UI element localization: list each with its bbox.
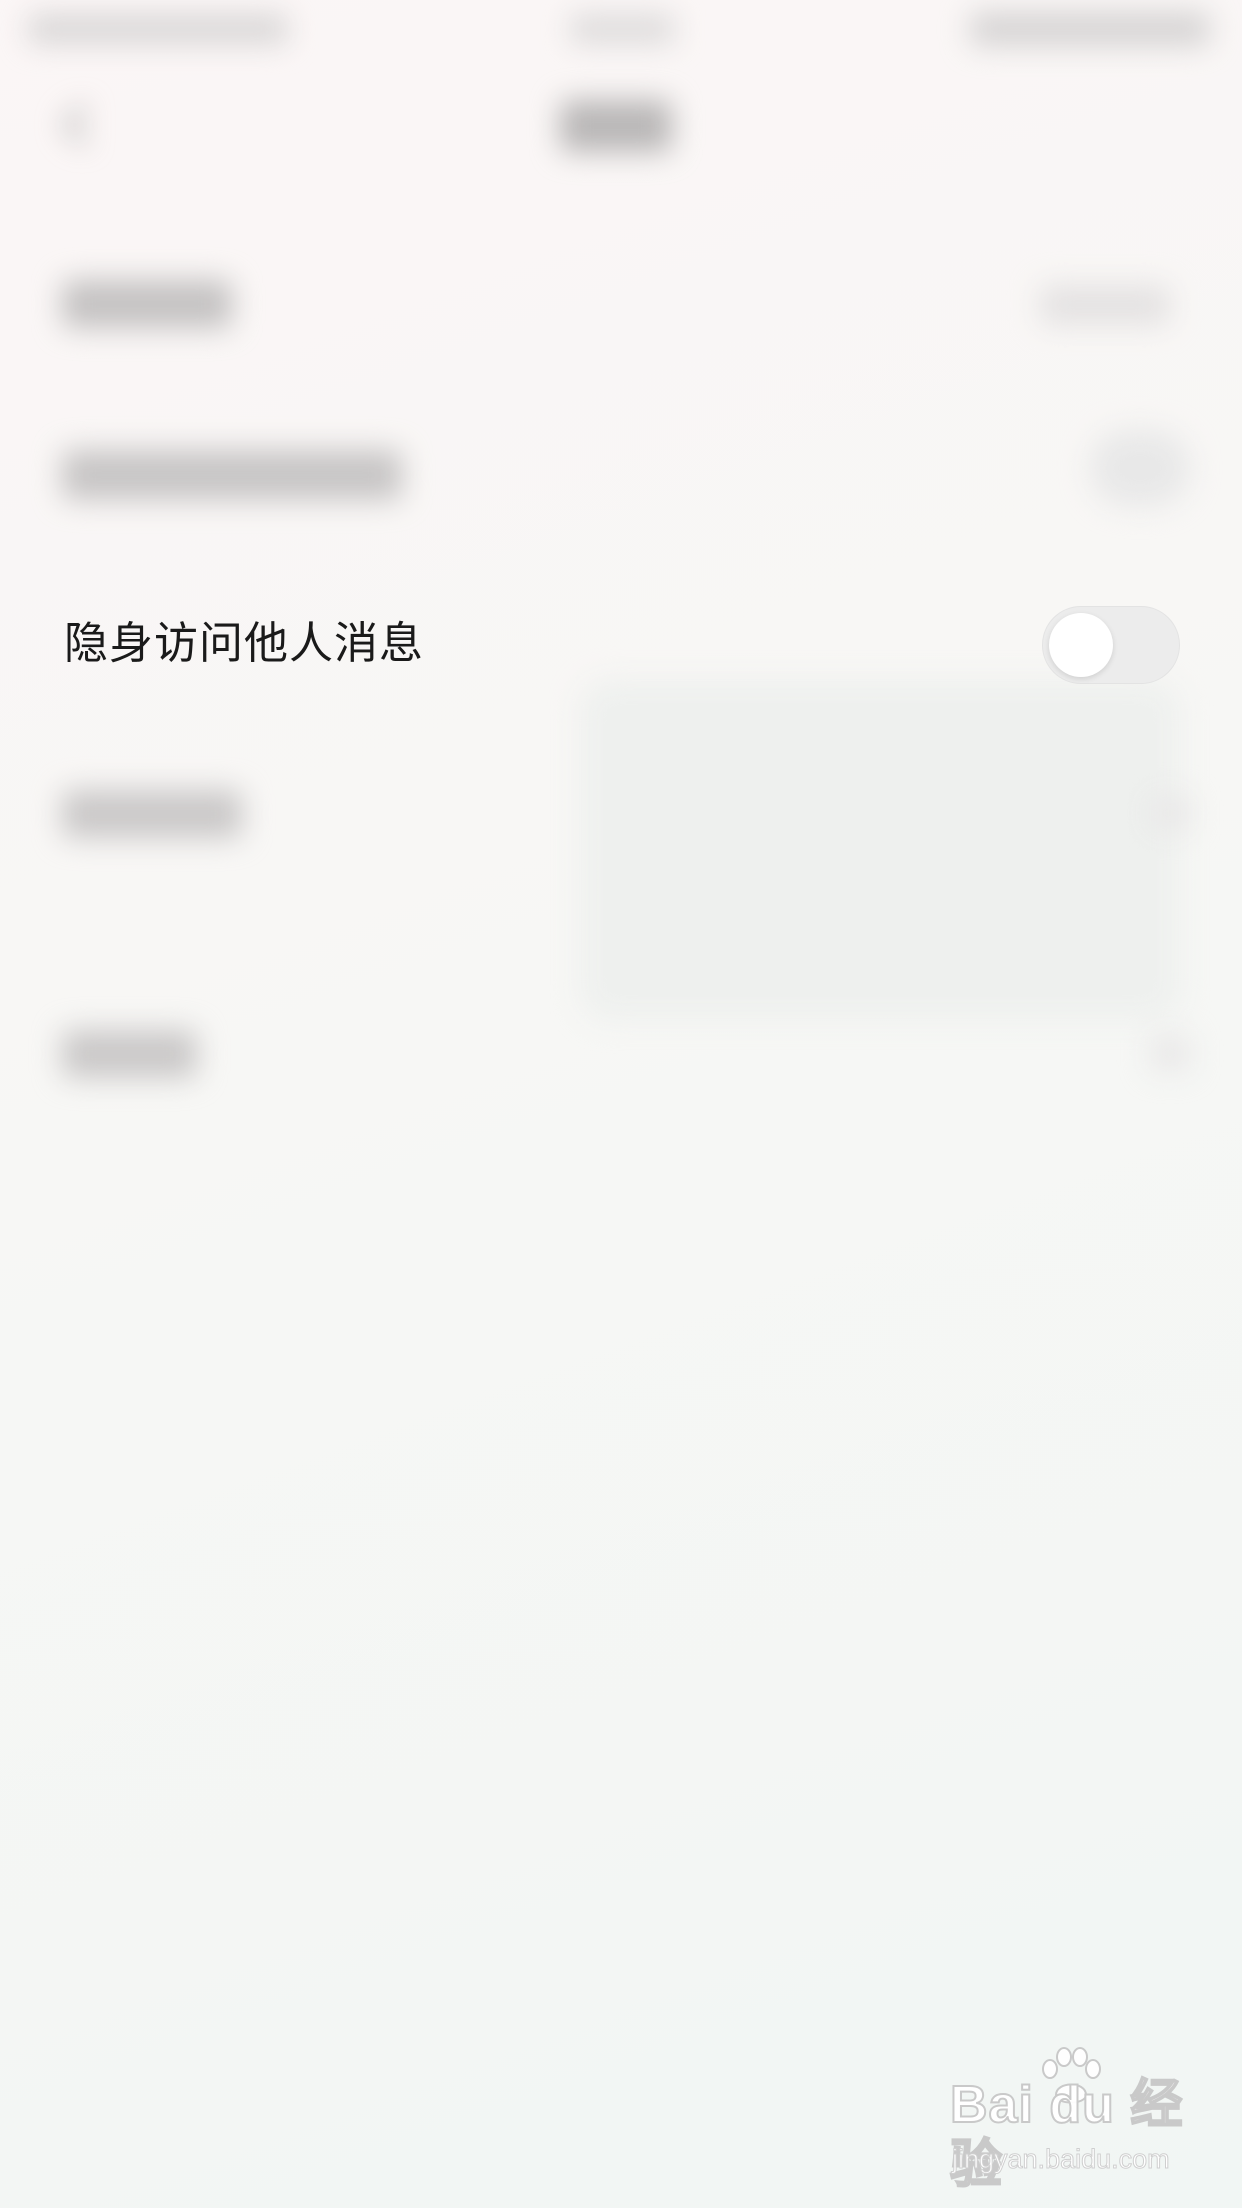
status-bar-center xyxy=(570,14,675,44)
setting-row-1-value xyxy=(1040,285,1170,325)
setting-row-4-label[interactable] xyxy=(62,790,242,838)
setting-row-5-chevron-icon xyxy=(1150,1035,1190,1071)
background-card xyxy=(580,680,1180,1020)
setting-row-2-label[interactable] xyxy=(62,450,402,500)
incognito-visit-label: 隐身访问他人消息 xyxy=(64,618,424,669)
setting-row-1-label[interactable] xyxy=(62,280,232,328)
watermark-url: jingyan.baidu.com xyxy=(952,2144,1171,2175)
status-bar-right xyxy=(970,12,1210,46)
toggle-knob xyxy=(1049,613,1113,677)
setting-row-4-chevron-icon xyxy=(1150,795,1190,831)
page-title xyxy=(560,100,672,152)
setting-row-2-toggle[interactable] xyxy=(1090,430,1190,506)
incognito-visit-toggle[interactable] xyxy=(1042,606,1180,684)
incognito-visit-row[interactable]: 隐身访问他人消息 xyxy=(0,586,1242,704)
watermark-brand: Bai du 经验 xyxy=(949,2075,1184,2195)
back-arrow-icon[interactable] xyxy=(52,100,102,150)
baidu-jingyan-watermark: Bai du 经验 jingyan.baidu.com xyxy=(949,2047,1190,2195)
status-bar-left xyxy=(28,14,288,44)
setting-row-5-label[interactable] xyxy=(62,1030,197,1078)
